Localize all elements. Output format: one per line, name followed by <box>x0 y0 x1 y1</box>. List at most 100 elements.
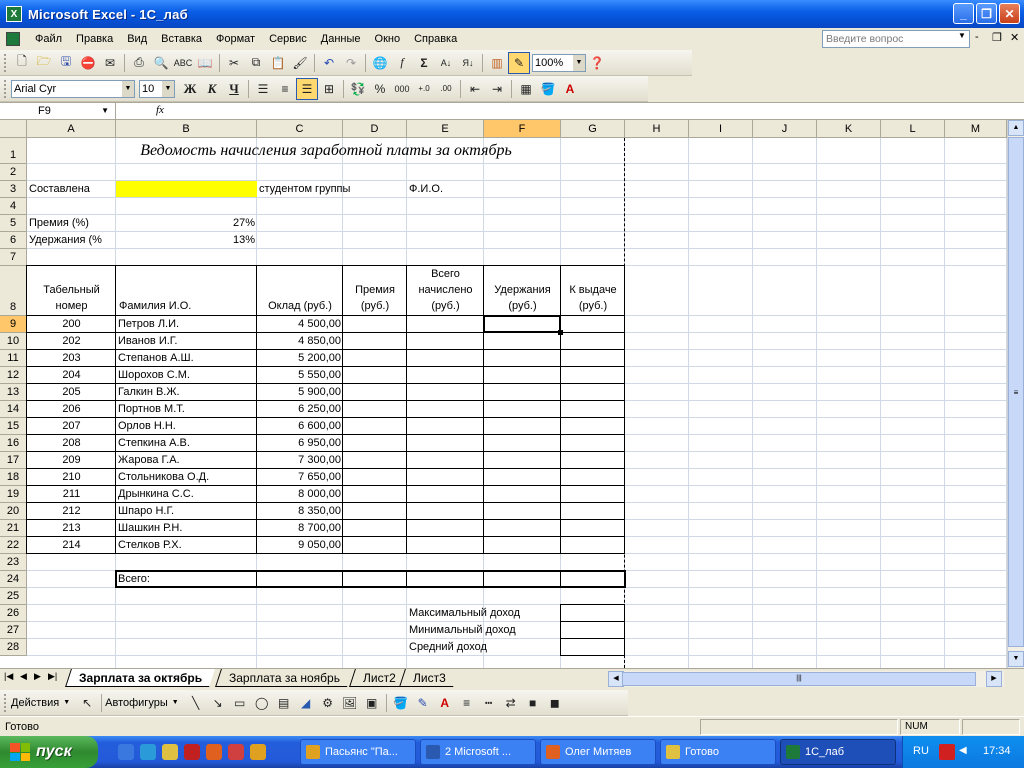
employee-salary[interactable]: 7 300,00 <box>257 452 343 469</box>
doc-minimize-button[interactable]: - <box>975 31 979 43</box>
column-header-g[interactable]: G <box>561 120 625 138</box>
arrow-style-icon[interactable]: ⇄ <box>500 692 522 714</box>
task-player[interactable]: Олег Митяев <box>540 739 656 765</box>
first-sheet-icon[interactable]: |◀ <box>4 671 13 682</box>
increase-decimal-icon[interactable]: +.0 <box>413 78 435 100</box>
employee-name[interactable]: Стольникова О.Д. <box>116 469 257 486</box>
avg-income-label[interactable]: Средний доход <box>407 639 561 656</box>
header-tab-no[interactable]: Табельный номер <box>27 266 116 316</box>
column-header-a[interactable]: A <box>27 120 116 138</box>
desktop-icon[interactable] <box>118 744 134 760</box>
row-header-18[interactable]: 18 <box>0 469 27 486</box>
row-header-8[interactable]: 8 <box>0 266 27 316</box>
cell-c3[interactable]: студентом группы <box>257 181 407 198</box>
tab-sheet-october[interactable]: Зарплата за октябрь <box>65 669 216 687</box>
minimize-button[interactable]: _ <box>953 3 974 24</box>
employee-salary[interactable]: 8 000,00 <box>257 486 343 503</box>
diagram-icon[interactable]: ⚙ <box>317 692 339 714</box>
line-style-icon[interactable]: ≡ <box>456 692 478 714</box>
employee-name[interactable]: Жарова Г.А. <box>116 452 257 469</box>
column-header-l[interactable]: L <box>881 120 945 138</box>
textbox-icon[interactable]: ▤ <box>273 692 295 714</box>
hyperlink-icon[interactable]: 🌐 <box>369 52 391 74</box>
merge-center-icon[interactable]: ⊞ <box>318 78 340 100</box>
employee-name[interactable]: Степанов А.Ш. <box>116 350 257 367</box>
actions-dropdown-icon[interactable]: ▼ <box>63 699 70 706</box>
antivirus-icon[interactable] <box>939 744 955 760</box>
menu-insert[interactable]: Вставка <box>154 29 209 49</box>
decrease-indent-icon[interactable]: ⇤ <box>464 78 486 100</box>
employee-name[interactable]: Галкин В.Ж. <box>116 384 257 401</box>
quicklaunch-app-icon[interactable] <box>206 744 222 760</box>
tab-sheet-3[interactable]: Лист3 <box>399 669 459 687</box>
menu-format[interactable]: Формат <box>209 29 262 49</box>
employee-name[interactable]: Стелков Р.Х. <box>116 537 257 554</box>
italic-button[interactable]: К <box>201 78 223 100</box>
active-cell-f9[interactable] <box>483 315 561 333</box>
sort-ascending-icon[interactable]: A↓ <box>435 52 457 74</box>
column-header-d[interactable]: D <box>343 120 407 138</box>
employee-salary[interactable]: 6 250,00 <box>257 401 343 418</box>
draw-actions-menu[interactable]: Действия <box>11 697 59 709</box>
cell-a6[interactable]: Удержания (% <box>27 232 116 249</box>
employee-name[interactable]: Иванов И.Г. <box>116 333 257 350</box>
row-header-3[interactable]: 3 <box>0 181 27 198</box>
research-icon[interactable]: 📖 <box>194 52 216 74</box>
next-sheet-icon[interactable]: ▶ <box>34 671 41 682</box>
drawing-icon[interactable]: ✎ <box>508 51 530 74</box>
employee-salary[interactable]: 9 050,00 <box>257 537 343 554</box>
name-box-dropdown-icon[interactable]: ▼ <box>101 103 109 119</box>
row-header-12[interactable]: 12 <box>0 367 27 384</box>
employee-name[interactable]: Шпаро Н.Г. <box>116 503 257 520</box>
column-header-f[interactable]: F <box>484 120 561 138</box>
fill-color-icon[interactable]: 🪣 <box>537 78 559 100</box>
row-header-20[interactable]: 20 <box>0 503 27 520</box>
employee-salary[interactable]: 4 850,00 <box>257 333 343 350</box>
underline-button[interactable]: Ч <box>223 78 245 100</box>
percent-button[interactable]: % <box>369 78 391 100</box>
arrow-icon[interactable]: ↘ <box>207 692 229 714</box>
menu-data[interactable]: Данные <box>314 29 368 49</box>
fill-color-icon[interactable]: 🪣 <box>390 692 412 714</box>
mediaplayer-icon[interactable] <box>184 744 200 760</box>
row-header-9[interactable]: 9 <box>0 316 27 333</box>
print-preview-icon[interactable]: 🔍 <box>150 52 172 74</box>
fill-handle[interactable] <box>558 330 563 335</box>
language-indicator[interactable]: RU <box>913 745 929 757</box>
print-icon[interactable]: ⎙ <box>128 52 150 74</box>
line-color-icon[interactable]: ✎ <box>412 692 434 714</box>
header-payout[interactable]: К выдаче (руб.) <box>561 266 625 316</box>
column-header-e[interactable]: E <box>407 120 484 138</box>
menu-edit[interactable]: Правка <box>69 29 120 49</box>
employee-name[interactable]: Портнов М.Т. <box>116 401 257 418</box>
quicklaunch-app-icon[interactable] <box>228 744 244 760</box>
header-salary[interactable]: Оклад (руб.) <box>257 266 343 316</box>
row-header-17[interactable]: 17 <box>0 452 27 469</box>
worksheet-grid[interactable]: ABCDEFGHIJKLM 1 2 3 4 5 6 7 8 9 10 11 12 13 14 15 16 17 1… <box>0 120 1024 668</box>
wordart-icon[interactable]: ◢ <box>295 692 317 714</box>
employee-id[interactable]: 203 <box>27 350 116 367</box>
scroll-up-icon[interactable]: ▲ <box>1008 120 1024 136</box>
font-color-icon[interactable]: A <box>434 692 456 714</box>
close-button[interactable]: ✕ <box>999 3 1020 24</box>
min-income-label[interactable]: Минимальный доход <box>407 622 561 639</box>
decrease-decimal-icon[interactable]: .00 <box>435 78 457 100</box>
employee-id[interactable]: 206 <box>27 401 116 418</box>
start-button[interactable]: пуск <box>0 736 98 768</box>
employee-salary[interactable]: 5 900,00 <box>257 384 343 401</box>
font-size-select[interactable]: 10 ▼ <box>139 79 175 98</box>
sort-descending-icon[interactable]: Я↓ <box>457 52 479 74</box>
zoom-select[interactable]: 100% ▼ <box>532 53 586 72</box>
font-color-icon[interactable]: A <box>559 78 581 100</box>
picture-icon[interactable]: ▣ <box>361 692 383 714</box>
row-header-27[interactable]: 27 <box>0 622 27 639</box>
increase-indent-icon[interactable]: ⇥ <box>486 78 508 100</box>
spelling-icon[interactable]: ABC <box>172 52 194 74</box>
row-header-16[interactable]: 16 <box>0 435 27 452</box>
size-dropdown-icon[interactable]: ▼ <box>162 80 174 97</box>
column-header-c[interactable]: C <box>257 120 343 138</box>
new-icon[interactable]: 🗋 <box>11 52 33 74</box>
max-income-label[interactable]: Максимальный доход <box>407 605 561 622</box>
row-header-26[interactable]: 26 <box>0 605 27 622</box>
employee-name[interactable]: Шашкин Р.Н. <box>116 520 257 537</box>
